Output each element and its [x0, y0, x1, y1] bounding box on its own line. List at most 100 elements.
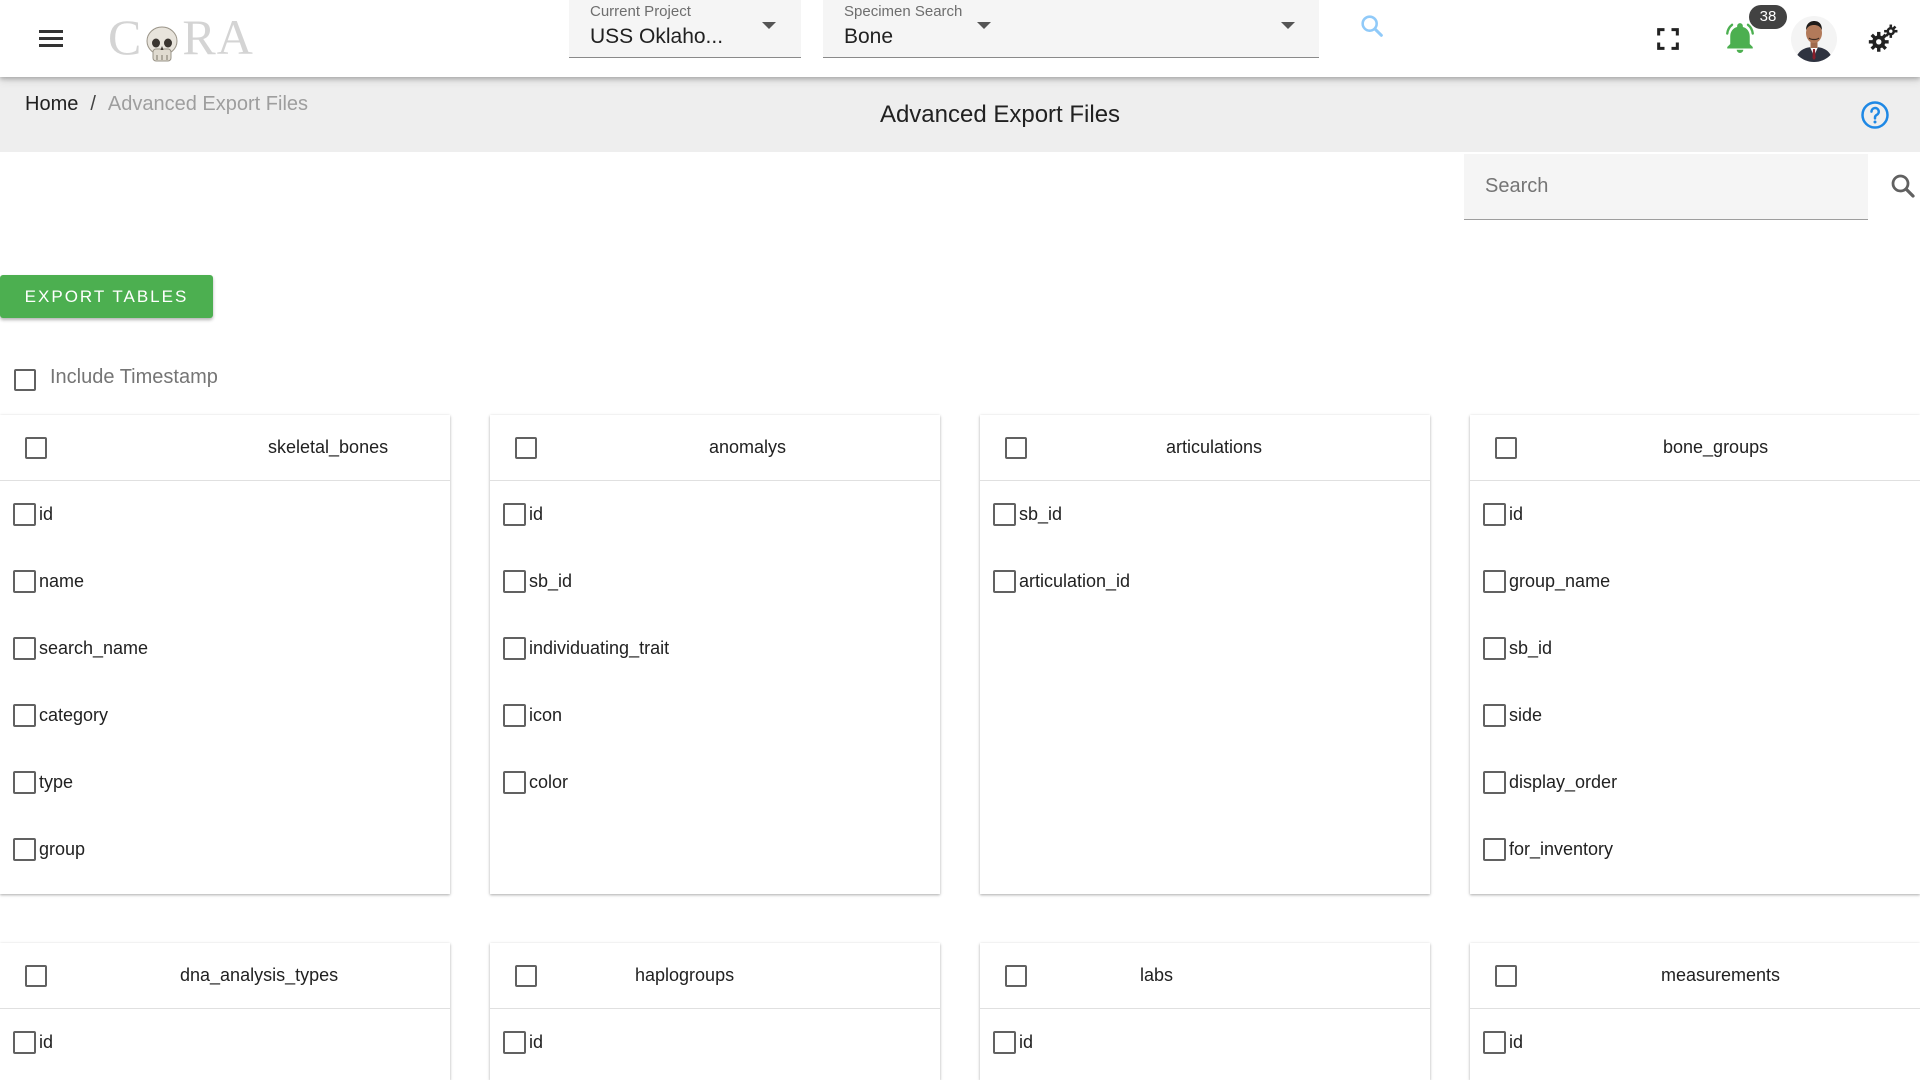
current-project-label: Current Project — [590, 3, 691, 20]
notification-badge: 38 — [1749, 5, 1787, 29]
field-row[interactable]: icon — [490, 682, 940, 749]
field-row[interactable]: type — [0, 749, 450, 816]
field-row[interactable]: id — [1470, 481, 1920, 548]
select-all-checkbox[interactable] — [25, 965, 47, 987]
field-row[interactable]: articulation_id — [980, 548, 1430, 615]
menu-icon[interactable] — [34, 24, 68, 54]
table-card-dna-analysis-types: dna_analysis_types id — [0, 943, 450, 1080]
field-row[interactable]: name — [0, 548, 450, 615]
table-name: skeletal_bones — [268, 437, 389, 457]
field-checkbox[interactable] — [993, 1031, 1016, 1054]
avatar[interactable] — [1791, 16, 1837, 62]
table-name: measurements — [1661, 965, 1781, 985]
select-all-checkbox[interactable] — [515, 965, 537, 987]
field-row[interactable]: category — [0, 682, 450, 749]
field-label: for_inventory — [1509, 839, 1614, 859]
field-label: side — [1509, 705, 1543, 725]
field-label: icon — [529, 705, 563, 725]
field-checkbox[interactable] — [503, 503, 526, 526]
field-checkbox[interactable] — [13, 637, 36, 660]
field-row[interactable]: id — [490, 1009, 940, 1076]
field-label: individuating_trait — [529, 638, 670, 658]
field-row[interactable]: id — [490, 481, 940, 548]
specimen-search-value: Bone — [844, 25, 894, 48]
field-row[interactable]: sb_id — [490, 548, 940, 615]
chevron-down-icon — [977, 22, 991, 29]
search-icon[interactable] — [1888, 171, 1918, 201]
field-row[interactable]: group_name — [1470, 548, 1920, 615]
field-checkbox[interactable] — [503, 771, 526, 794]
field-checkbox[interactable] — [503, 637, 526, 660]
table-card-header: labs — [980, 943, 1430, 1009]
table-name: haplogroups — [635, 965, 735, 985]
field-label: group — [39, 839, 86, 859]
include-timestamp-option[interactable]: Include Timestamp — [14, 363, 218, 391]
app-bar: C RA Current Project USS Oklaho... Speci… — [0, 0, 1920, 77]
field-checkbox[interactable] — [1483, 838, 1506, 861]
field-checkbox[interactable] — [13, 771, 36, 794]
field-row[interactable]: color — [490, 749, 940, 816]
table-card-haplogroups: haplogroups id — [490, 943, 940, 1080]
field-checkbox[interactable] — [13, 570, 36, 593]
field-checkbox[interactable] — [13, 1031, 36, 1054]
search-input[interactable] — [1464, 154, 1868, 219]
chevron-down-icon[interactable] — [1281, 22, 1295, 29]
field-row[interactable]: side — [1470, 682, 1920, 749]
select-all-checkbox[interactable] — [515, 437, 537, 459]
field-row[interactable]: group — [0, 816, 450, 883]
field-label: articulation_id — [1019, 571, 1131, 591]
page-header: Home / Advanced Export Files Advanced Ex… — [0, 77, 1920, 152]
select-all-checkbox[interactable] — [1495, 965, 1517, 987]
select-all-checkbox[interactable] — [1005, 437, 1027, 459]
field-checkbox[interactable] — [1483, 704, 1506, 727]
field-checkbox[interactable] — [13, 704, 36, 727]
fullscreen-icon[interactable] — [1654, 25, 1682, 53]
select-all-checkbox[interactable] — [1495, 437, 1517, 459]
search-icon[interactable] — [1358, 12, 1386, 40]
field-row[interactable]: id — [980, 1009, 1430, 1076]
field-checkbox[interactable] — [1483, 771, 1506, 794]
field-row[interactable]: display_order — [1470, 749, 1920, 816]
field-row[interactable]: individuating_trait — [490, 615, 940, 682]
export-tables-button[interactable]: EXPORT TABLES — [0, 275, 213, 318]
field-checkbox[interactable] — [503, 1031, 526, 1054]
field-checkbox[interactable] — [13, 503, 36, 526]
field-checkbox[interactable] — [1483, 637, 1506, 660]
help-icon[interactable] — [1860, 100, 1890, 130]
table-card-header: skeletal_bones — [0, 415, 450, 481]
field-row[interactable]: search_name — [0, 615, 450, 682]
field-checkbox[interactable] — [503, 704, 526, 727]
include-timestamp-checkbox[interactable] — [14, 369, 36, 391]
field-label: group_name — [1509, 571, 1611, 591]
chevron-down-icon — [762, 22, 776, 29]
field-row[interactable]: id — [0, 1009, 450, 1076]
current-project-select[interactable]: Current Project USS Oklaho... — [569, 0, 801, 58]
field-checkbox[interactable] — [1483, 503, 1506, 526]
field-row[interactable]: for_inventory — [1470, 816, 1920, 883]
field-label: color — [529, 772, 569, 792]
field-checkbox[interactable] — [1483, 570, 1506, 593]
field-checkbox[interactable] — [503, 570, 526, 593]
table-card-bone-groups: bone_groups id group_name sb_id side dis… — [1470, 415, 1920, 894]
cora-logo[interactable]: C RA — [108, 9, 254, 65]
field-checkbox[interactable] — [993, 570, 1016, 593]
field-label: sb_id — [1509, 638, 1553, 658]
specimen-search-select[interactable]: Specimen Search Bone — [823, 0, 1319, 58]
settings-gears-icon[interactable] — [1866, 22, 1900, 56]
field-row[interactable]: sb_id — [1470, 615, 1920, 682]
field-row[interactable]: id — [1470, 1009, 1920, 1076]
select-all-checkbox[interactable] — [1005, 965, 1027, 987]
field-label: name — [39, 571, 85, 591]
field-label: sb_id — [1019, 504, 1063, 524]
field-label: id — [1019, 1032, 1034, 1052]
field-row[interactable]: sb_id — [980, 481, 1430, 548]
select-all-checkbox[interactable] — [25, 437, 47, 459]
table-name: articulations — [1166, 437, 1263, 457]
field-checkbox[interactable] — [993, 503, 1016, 526]
table-search-field[interactable] — [1464, 154, 1868, 220]
field-label: id — [529, 1032, 544, 1052]
field-checkbox[interactable] — [1483, 1031, 1506, 1054]
field-checkbox[interactable] — [13, 838, 36, 861]
field-label: display_order — [1509, 772, 1618, 792]
field-row[interactable]: id — [0, 481, 450, 548]
